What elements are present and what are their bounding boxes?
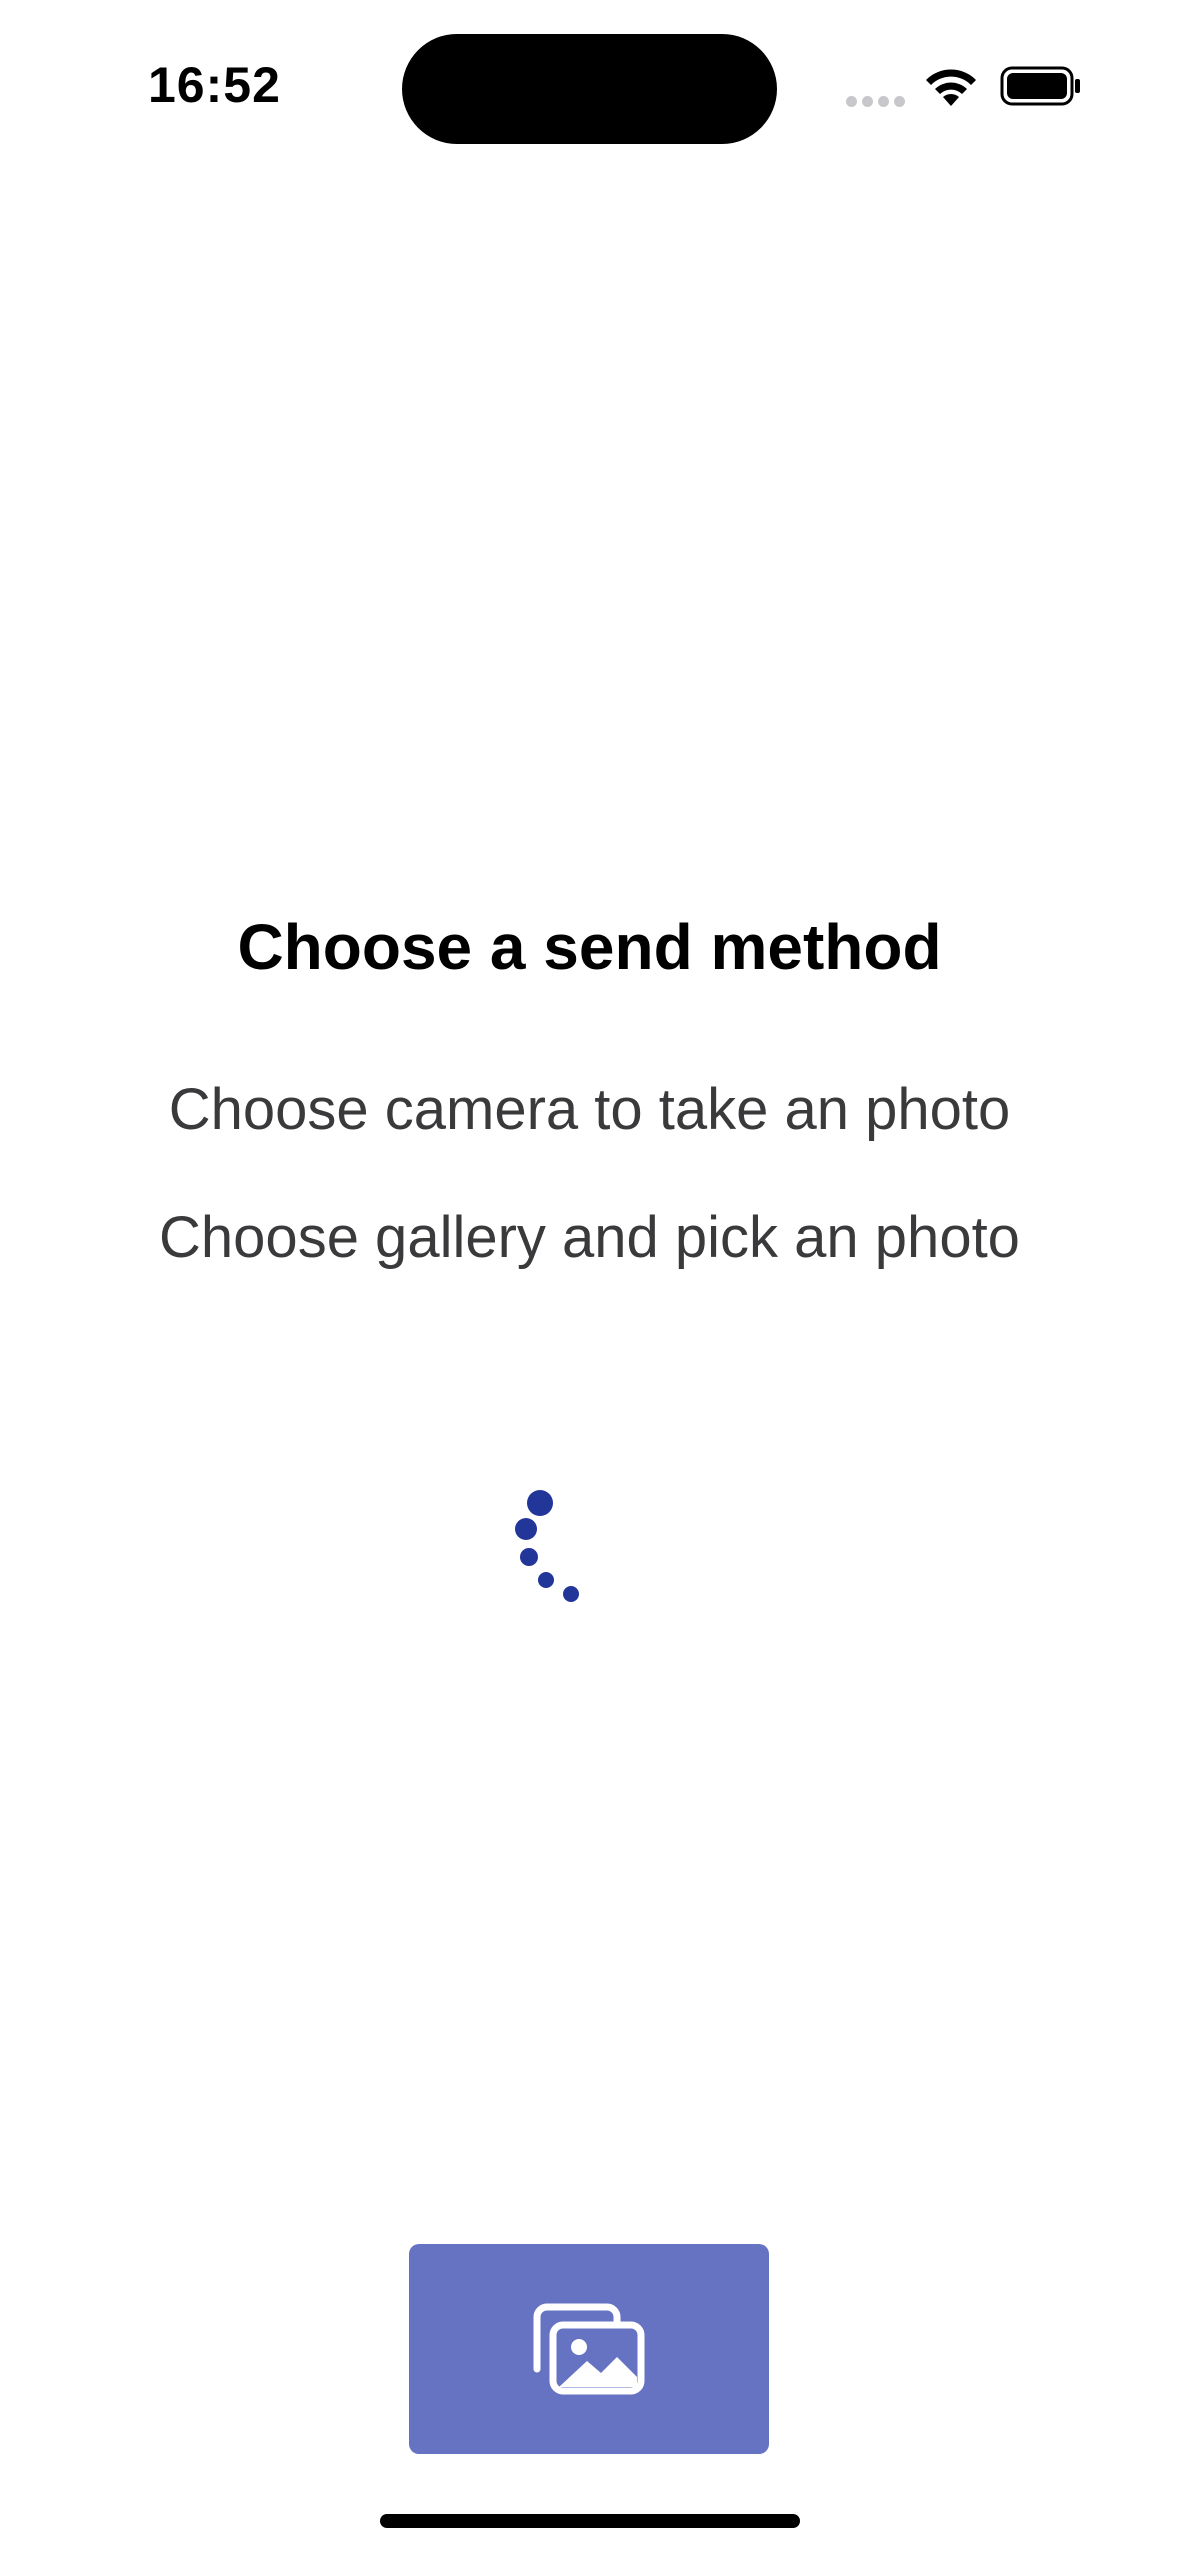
status-time: 16:52	[148, 57, 281, 113]
battery-icon	[1000, 66, 1080, 106]
cellular-dots-icon	[846, 96, 906, 108]
home-indicator[interactable]	[380, 2514, 800, 2528]
instruction-camera: Choose camera to take an photo	[168, 1077, 1011, 1142]
page-title: Choose a send method	[237, 911, 942, 983]
gallery-button[interactable]	[409, 2244, 769, 2454]
dynamic-island	[402, 34, 777, 144]
screen: 16:52 Choose a send method Choose camera…	[0, 0, 1179, 2556]
loading-spinner-icon	[500, 1490, 600, 1630]
instruction-gallery: Choose gallery and pick an photo	[159, 1205, 1020, 1270]
wifi-icon	[926, 69, 976, 106]
gallery-icon	[533, 2303, 645, 2395]
